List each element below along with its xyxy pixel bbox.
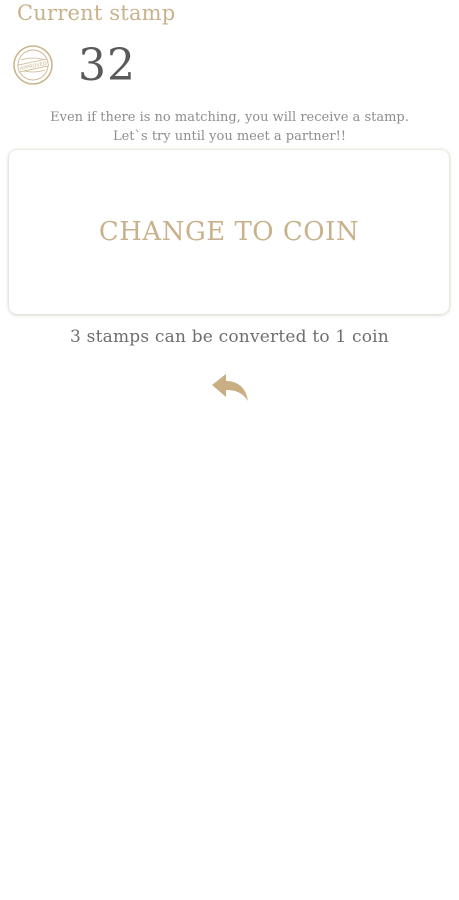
info-line-1: Even if there is no matching, you will r… <box>50 110 409 125</box>
change-to-coin-label: CHANGE TO COIN <box>98 217 360 247</box>
change-to-coin-button[interactable]: CHANGE TO COIN <box>9 150 449 314</box>
info-line-2: Let`s try until you meet a partner!! <box>112 129 347 144</box>
stamp-icon: APPROVED <box>13 45 53 85</box>
stamp-count: 32 <box>78 39 136 91</box>
stamp-info-text: Even if there is no matching, you will r… <box>0 108 459 146</box>
page-title: Current stamp <box>17 1 176 25</box>
back-arrow-icon[interactable] <box>209 372 251 404</box>
stamp-summary: APPROVED 32 <box>12 39 136 91</box>
conversion-rate-text: 3 stamps can be converted to 1 coin <box>70 327 389 347</box>
